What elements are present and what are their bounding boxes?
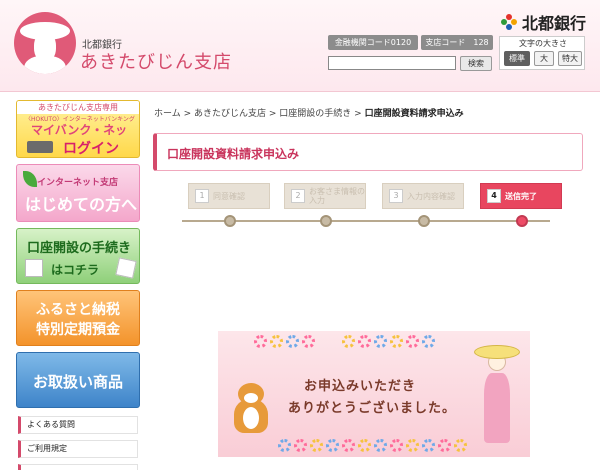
breadcrumb-procedure[interactable]: 口座開設の手続き	[279, 109, 351, 119]
step-number: 1	[195, 189, 209, 203]
corporate-logo[interactable]: 北都銀行	[500, 10, 586, 34]
breadcrumb-branch[interactable]: あきたびじん支店	[194, 109, 266, 119]
step-4-active: 4 送信完了	[480, 183, 562, 209]
step-label: 送信完了	[505, 192, 537, 201]
flower-border-bottom-icon	[218, 439, 530, 455]
beginners-banner[interactable]: インターネット支店 はじめての方へ	[16, 164, 140, 222]
banner-title: お取扱い商品	[32, 373, 123, 391]
banner-small-text: インターネット支店	[37, 178, 119, 188]
mybank-net-login-banner[interactable]: あきたびじん支店専用 〈HOKUTO〉インターネットバンキング マイバンク・ネッ…	[16, 100, 140, 158]
step-number: 3	[389, 189, 403, 203]
step-number: 2	[291, 189, 305, 203]
breadcrumb-current: 口座開設資料請求申込み	[364, 109, 464, 119]
progress-dot-1	[224, 215, 236, 227]
sidebar-link-more[interactable]	[18, 464, 138, 470]
card-icon	[115, 257, 137, 279]
corporate-name: 北都銀行	[521, 14, 586, 33]
page-title: 口座開設資料請求申込み	[167, 147, 300, 161]
font-size-label: 文字の大きさ	[519, 39, 567, 48]
font-size-large-button[interactable]: 大	[534, 51, 554, 66]
progress-dot-3	[418, 215, 430, 227]
progress-dot-4-active	[516, 215, 528, 227]
search-input[interactable]	[328, 56, 456, 70]
thanks-message-line1: お申込みいただき	[304, 379, 417, 394]
font-size-panel: 文字の大きさ 標準 大 特大	[499, 36, 585, 70]
step-label: 同意確認	[213, 192, 245, 201]
step-2: 2 お客さま情報の入力	[284, 183, 366, 209]
site-header: 北都銀行 あきたびじん支店 北都銀行 金融機関コード0120 支店コード 128…	[0, 0, 600, 92]
banner-tag: あきたびじん支店専用	[17, 101, 139, 114]
banner-title: 口座開設の手続き	[27, 241, 132, 256]
banner-big-text: はじめての方へ	[25, 195, 138, 214]
font-size-standard-button[interactable]: 標準	[504, 51, 530, 66]
furusato-deposit-banner[interactable]: ふるさと納税 特別定期預金	[16, 290, 140, 346]
step-label: お客さま情報の入力	[309, 187, 365, 205]
banner-line1: ふるさと納税	[36, 302, 120, 318]
breadcrumb: ホーム > あきたびじん支店 > 口座開設の手続き > 口座開設資料請求申込み	[154, 109, 464, 119]
step-3: 3 入力内容確認	[382, 183, 464, 209]
hokuto-mark-icon	[500, 14, 517, 30]
products-banner[interactable]: お取扱い商品	[16, 352, 140, 408]
branch-title[interactable]: あきたびじん支店	[80, 48, 232, 74]
laptop-icon	[27, 141, 53, 153]
banner-subtitle: はコチラ	[51, 263, 100, 277]
breadcrumb-home[interactable]: ホーム	[154, 109, 181, 119]
thanks-message-line2: ありがとうございました。	[288, 401, 457, 416]
font-size-xlarge-button[interactable]: 特大	[558, 51, 582, 66]
akita-bijin-logo-icon[interactable]	[14, 12, 76, 74]
account-opening-banner[interactable]: 口座開設の手続き はコチラ	[16, 228, 140, 284]
sidebar-link-terms[interactable]: ご利用規定	[18, 440, 138, 458]
akita-dog-icon	[232, 383, 270, 435]
progress-dot-2	[320, 215, 332, 227]
branch-code-label: 支店コード 128	[421, 35, 493, 50]
banner-line2: 特別定期預金	[36, 322, 120, 338]
login-label: ログイン	[63, 141, 119, 157]
step-number: 4	[487, 189, 501, 203]
page-title-box: 口座開設資料請求申込み	[153, 133, 583, 171]
thank-you-banner: お申込みいただき ありがとうございました。	[218, 331, 530, 457]
akita-bijin-girl-icon	[474, 337, 520, 449]
step-label: 入力内容確認	[407, 192, 455, 201]
leaf-icon	[23, 171, 37, 187]
search-button[interactable]: 検索	[460, 56, 492, 71]
document-icon	[25, 259, 43, 277]
step-1: 1 同意確認	[188, 183, 270, 209]
progress-line	[182, 220, 550, 222]
bank-code-label: 金融機関コード0120	[328, 35, 418, 50]
sidebar-link-faq[interactable]: よくある質問	[18, 416, 138, 434]
